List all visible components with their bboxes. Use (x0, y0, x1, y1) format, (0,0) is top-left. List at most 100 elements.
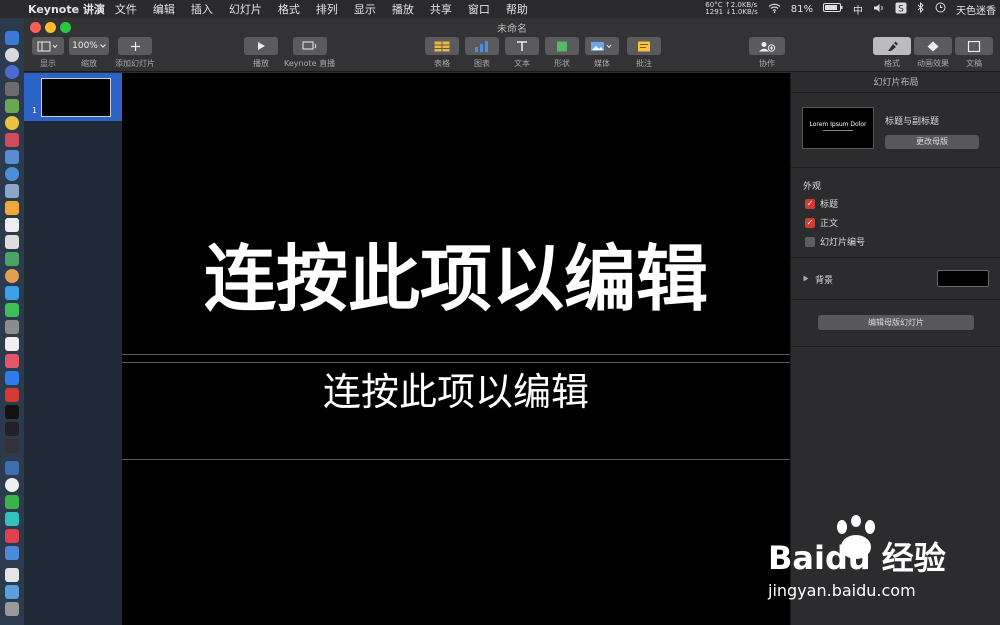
app-icon[interactable] (5, 461, 19, 475)
zoom-select[interactable]: 100% (69, 37, 109, 55)
slide-subtitle-placeholder[interactable]: 连按此项以编辑 (122, 373, 790, 411)
app-icon[interactable] (5, 167, 19, 181)
finder-icon[interactable] (5, 31, 19, 45)
layout-thumbnail-subline (823, 130, 853, 131)
android-icon[interactable] (5, 99, 19, 113)
bluetooth-icon[interactable] (917, 1, 925, 16)
slide-number-checkbox[interactable] (805, 236, 815, 247)
app-icon[interactable] (5, 546, 19, 560)
slide-canvas[interactable]: 连按此项以编辑 连按此项以编辑 (122, 73, 790, 625)
menu-insert[interactable]: 插入 (191, 1, 213, 17)
app-icon[interactable] (5, 82, 19, 96)
format-tab-button[interactable] (873, 37, 911, 55)
media-button[interactable] (585, 37, 619, 55)
menu-view[interactable]: 显示 (354, 1, 376, 17)
menu-slide[interactable]: 幻灯片 (229, 1, 262, 17)
baidu-watermark: Baidu 经验 jingyan.baidu.com (768, 515, 988, 605)
notes-icon[interactable] (5, 235, 19, 249)
calendar-icon[interactable] (5, 218, 19, 232)
play-button[interactable] (244, 37, 278, 55)
document-tab-button[interactable] (955, 37, 993, 55)
launchpad-icon[interactable] (5, 48, 19, 62)
menu-arrange[interactable]: 排列 (316, 1, 338, 17)
table-control: 表格 (425, 37, 459, 69)
input-method-indicator[interactable]: 中 (853, 2, 863, 17)
slide-thumbnail-row[interactable]: 1 (24, 73, 122, 121)
app-icon[interactable] (5, 439, 19, 453)
view-button[interactable] (32, 37, 64, 55)
battery-icon[interactable] (823, 3, 843, 15)
divider (791, 167, 1000, 168)
menu-help[interactable]: 帮助 (506, 1, 528, 17)
keynote-live-button[interactable] (292, 37, 327, 55)
clock-icon[interactable] (935, 2, 946, 16)
volume-icon[interactable] (873, 3, 885, 16)
background-row[interactable]: 背景 (803, 273, 833, 286)
title-checkbox-row[interactable]: ✓ 标题 (805, 197, 838, 210)
wechat-icon[interactable] (5, 495, 19, 509)
alignment-guide (122, 354, 790, 355)
add-slide-button[interactable] (118, 37, 152, 55)
app-icon[interactable] (5, 337, 19, 351)
change-master-button[interactable]: 更改母版 (885, 135, 979, 149)
table-button[interactable] (425, 37, 459, 55)
appstore-icon[interactable] (5, 371, 19, 385)
app-icon[interactable] (5, 133, 19, 147)
shape-button[interactable] (545, 37, 579, 55)
menu-edit[interactable]: 编辑 (153, 1, 175, 17)
text-button[interactable] (505, 37, 539, 55)
app-icon[interactable] (5, 150, 19, 164)
body-checkbox-row[interactable]: ✓ 正文 (805, 216, 838, 229)
collaborate-button[interactable] (749, 37, 785, 55)
play-control: 播放 (244, 37, 278, 69)
chart-button[interactable] (465, 37, 499, 55)
terminal-icon[interactable] (5, 405, 19, 419)
safari-icon[interactable] (5, 65, 19, 79)
title-checkbox[interactable]: ✓ (805, 198, 815, 209)
app-icon[interactable] (5, 201, 19, 215)
sogou-icon[interactable]: S (895, 2, 907, 17)
document-icon[interactable] (5, 568, 19, 582)
music-icon[interactable] (5, 354, 19, 368)
menu-app-name[interactable]: Keynote 讲演 (28, 1, 105, 17)
disclosure-triangle-icon[interactable] (803, 275, 809, 285)
slide-number-checkbox-row[interactable]: 幻灯片编号 (805, 235, 865, 248)
folder-icon[interactable] (5, 585, 19, 599)
layout-thumbnail[interactable]: Lorem Ipsum Dolor (802, 107, 874, 149)
appearance-heading: 外观 (803, 182, 822, 192)
maps-icon[interactable] (5, 252, 19, 266)
menu-file[interactable]: 文件 (115, 1, 137, 17)
photos-icon[interactable] (5, 269, 19, 283)
zoom-control: 100% 缩放 (69, 37, 109, 69)
menu-play[interactable]: 播放 (392, 1, 414, 17)
messages-icon[interactable] (5, 286, 19, 300)
settings-icon[interactable] (5, 320, 19, 334)
menu-share[interactable]: 共享 (430, 1, 452, 17)
system-stats[interactable]: 60°C ↑2.0KB/s 1291 ↓1.0KB/s (705, 2, 757, 16)
media-label: 媒体 (594, 59, 610, 68)
body-checkbox[interactable]: ✓ (805, 217, 815, 228)
user-name[interactable]: 天色迷香 (956, 2, 996, 17)
app-icon[interactable] (5, 512, 19, 526)
status-area: 60°C ↑2.0KB/s 1291 ↓1.0KB/s 81% 中 S 天色迷香 (705, 0, 996, 18)
background-color-well[interactable] (937, 270, 989, 287)
menu-bar: Keynote 讲演 文件 编辑 插入 幻灯片 格式 排列 显示 播放 共享 窗… (0, 0, 1000, 18)
edit-master-slide-button[interactable]: 编辑母版幻灯片 (818, 315, 974, 330)
animate-tab-button[interactable] (914, 37, 952, 55)
app-icon[interactable] (5, 529, 19, 543)
inspector-header: 幻灯片布局 (791, 73, 1000, 93)
app-icon[interactable] (5, 478, 19, 492)
menu-window[interactable]: 窗口 (468, 1, 490, 17)
activity-monitor-icon[interactable] (5, 422, 19, 436)
app-icon[interactable] (5, 388, 19, 402)
facetime-icon[interactable] (5, 303, 19, 317)
dock (0, 18, 24, 625)
app-icon[interactable] (5, 184, 19, 198)
slide-thumbnail[interactable] (41, 78, 111, 117)
chrome-icon[interactable] (5, 116, 19, 130)
comment-button[interactable] (627, 37, 661, 55)
menu-format[interactable]: 格式 (278, 1, 300, 17)
trash-icon[interactable] (5, 602, 19, 616)
slide-title-placeholder[interactable]: 连按此项以编辑 (122, 243, 790, 315)
wifi-icon[interactable] (768, 3, 781, 16)
